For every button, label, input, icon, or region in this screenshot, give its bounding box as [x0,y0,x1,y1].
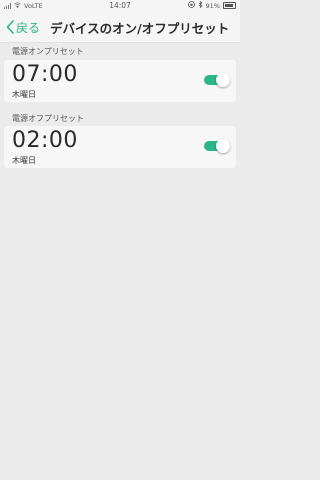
bluetooth-icon [198,0,203,10]
battery-icon [223,2,236,9]
page-title: デバイスのオン/オフプリセット [50,21,230,36]
rotation-lock-icon [187,1,195,10]
preset-time: 07:00 [12,62,78,87]
battery-percent: 91% [205,1,220,10]
preset-card-power-off[interactable]: 02:00 木曜日 [4,126,236,168]
toggle-knob [216,73,230,87]
back-label: 戻る [16,20,41,35]
section-label-power-on: 電源オンプリセット [12,47,84,56]
preset-day: 木曜日 [12,156,36,165]
status-right: 91% [187,0,236,10]
section-label-power-off: 電源オフプリセット [12,114,84,123]
power-off-toggle[interactable] [204,139,230,153]
back-button[interactable]: 戻る [6,19,40,35]
toggle-knob [216,139,230,153]
preset-time: 02:00 [12,128,78,153]
chevron-left-icon [6,20,14,34]
preset-day: 木曜日 [12,90,36,99]
power-on-toggle[interactable] [204,73,230,87]
status-bar: VoLTE 14:07 91% [0,0,240,12]
preset-card-power-on[interactable]: 07:00 木曜日 [4,60,236,102]
nav-bar: 戻る デバイスのオン/オフプリセット [0,12,240,43]
